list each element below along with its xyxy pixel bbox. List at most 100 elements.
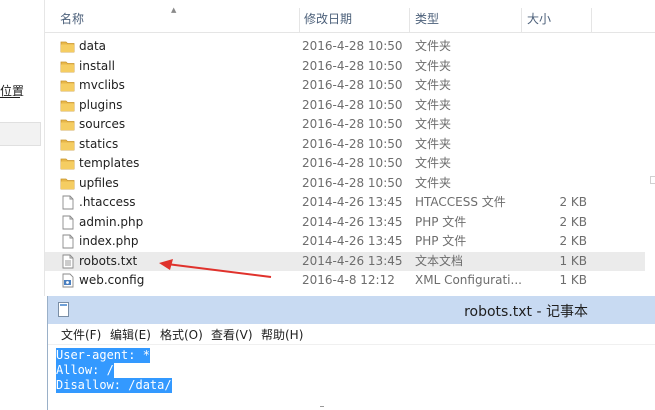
file-size: 2 KB [559,214,587,229]
file-icon [60,234,75,249]
column-separator[interactable] [591,8,592,32]
file-row[interactable]: web.config 2016-4-8 12:12 XML Configurati.… [45,271,645,290]
file-type: PHP 文件 [415,214,467,229]
file-date: 2016-4-28 10:50 [302,156,403,170]
file-type: 文件夹 [415,39,452,53]
file-name: index.php [79,234,139,248]
file-size [525,115,587,134]
column-date[interactable]: 修改日期 [298,6,410,32]
file-date: 2016-4-28 10:50 [302,117,403,131]
file-date: 2014-4-26 13:45 [302,195,403,209]
navigation-pane: 位置 [0,0,44,410]
file-icon [60,195,75,210]
file-size [525,76,587,95]
text-line: Disallow: /data/ [56,378,172,393]
file-size [525,37,587,56]
file-name: sources [79,117,126,131]
file-type: 文件夹 [415,58,452,73]
file-size [525,154,587,173]
folder-icon [60,59,75,74]
menu-edit[interactable]: 编辑(E) [108,326,153,343]
file-size: 2 KB [559,195,587,209]
notepad-icon [58,302,69,317]
nav-link-underline [0,97,20,98]
file-date: 2016-4-28 10:50 [302,97,403,112]
file-list: ▲ 名称 修改日期 类型 大小 data 2016-4-28 10:50 文件夹 in… [45,0,655,296]
file-type: 文件夹 [415,175,452,190]
scrollbar-edge[interactable] [650,176,655,184]
file-size: 1 KB [559,273,587,287]
file-row[interactable]: robots.txt 2014-4-26 13:45 文本文档 1 KB [45,251,645,271]
annotation-arrow [159,259,272,278]
file-type: HTACCESS 文件 [415,195,506,209]
file-type: PHP 文件 [415,234,467,248]
file-icon [60,215,75,230]
file-type: 文本文档 [415,253,464,268]
notepad-titlebar[interactable]: robots.txt - 记事本 [48,296,655,324]
file-date: 2016-4-28 10:50 [302,78,403,92]
file-date: 2014-4-26 13:45 [302,234,403,248]
file-name: statics [79,136,119,151]
file-name: plugins [79,97,123,112]
file-name: admin.php [79,214,144,229]
menu-file[interactable]: 文件(F) [59,326,103,343]
file-name: upfiles [79,175,119,190]
resize-tick [320,406,324,407]
file-row[interactable]: install 2016-4-28 10:50 文件夹 [45,57,645,76]
file-name: mvclibs [79,78,125,92]
file-type: 文件夹 [415,156,452,170]
file-size [525,135,587,154]
notepad-title: robots.txt - 记事本 [464,304,588,320]
folder-icon [60,137,75,152]
file-row[interactable]: .htaccess 2014-4-26 13:45 HTACCESS 文件 2 KB [45,193,645,212]
file-size [525,174,587,193]
notepad-text-area[interactable]: User-agent: * Allow: / Disallow: /data/ [56,348,172,393]
file-size [525,57,587,76]
column-size[interactable]: 大小 [521,6,591,32]
file-size [525,96,587,115]
folder-icon [60,39,75,54]
file-row[interactable]: index.php 2014-4-26 13:45 PHP 文件 2 KB [45,232,645,251]
config-file-icon [60,273,75,288]
file-name: templates [79,156,140,170]
menu-view[interactable]: 查看(V) [209,326,255,343]
text-file-icon [60,254,75,269]
file-row[interactable]: plugins 2016-4-28 10:50 文件夹 [45,96,645,115]
nav-search-box[interactable] [0,122,41,146]
menu-help[interactable]: 帮助(H) [259,326,305,343]
file-date: 2016-4-28 10:50 [302,58,403,73]
file-date: 2016-4-28 10:50 [302,39,403,53]
file-row[interactable]: templates 2016-4-28 10:50 文件夹 [45,154,645,173]
file-type: 文件夹 [415,97,452,112]
file-row[interactable]: statics 2016-4-28 10:50 文件夹 [45,135,645,154]
file-row[interactable]: admin.php 2014-4-26 13:45 PHP 文件 2 KB [45,213,645,232]
file-row[interactable]: data 2016-4-28 10:50 文件夹 [45,37,645,56]
column-type[interactable]: 类型 [409,6,521,32]
column-name[interactable]: 名称 [54,6,299,32]
file-row[interactable]: mvclibs 2016-4-28 10:50 文件夹 [45,76,645,95]
file-type: 文件夹 [415,117,452,131]
file-type: 文件夹 [415,136,452,151]
file-date: 2016-4-8 12:12 [302,273,395,287]
menu-format[interactable]: 格式(O) [158,326,205,343]
file-size: 1 KB [559,253,587,268]
file-size: 2 KB [559,234,587,248]
column-header: ▲ 名称 修改日期 类型 大小 [45,6,655,33]
file-name: install [79,58,115,73]
file-date: 2014-4-26 13:45 [302,253,403,268]
file-row[interactable]: sources 2016-4-28 10:50 文件夹 [45,115,645,134]
folder-icon [60,78,75,93]
notepad-window: robots.txt - 记事本 文件(F) 编辑(E) 格式(O) 查看(V)… [47,296,655,410]
file-type: 文件夹 [415,78,452,92]
file-date: 2014-4-26 13:45 [302,214,403,229]
file-name: data [79,39,107,53]
folder-icon [60,117,75,132]
file-row[interactable]: upfiles 2016-4-28 10:50 文件夹 [45,174,645,193]
file-type: XML Configurati... [415,273,522,287]
notepad-menubar: 文件(F) 编辑(E) 格式(O) 查看(V) 帮助(H) [48,324,655,345]
file-name: .htaccess [79,195,136,209]
file-date: 2016-4-28 10:50 [302,136,403,151]
folder-icon [60,156,75,171]
folder-icon [60,176,75,191]
text-line: User-agent: * [56,348,150,363]
